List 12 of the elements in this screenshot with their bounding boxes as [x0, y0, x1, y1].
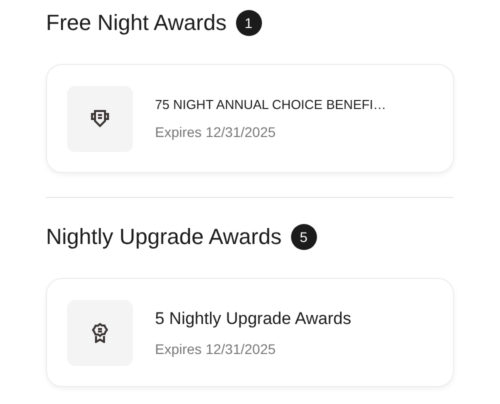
expiry-date: Expires 12/31/2025	[155, 124, 277, 140]
expiry-date: Expires 12/31/2025	[155, 340, 277, 356]
award-name: 5 Nightly Upgrade Awards	[155, 308, 352, 328]
count-badge: 1	[236, 10, 262, 36]
rosette-icon	[92, 322, 108, 342]
section-title: Nightly Upgrade Awards	[46, 224, 282, 250]
shield-icon	[91, 108, 109, 128]
award-card[interactable]: 5 Nightly Upgrade Awards Expires 12/31/2025	[46, 278, 454, 387]
section-title: Free Night Awards	[46, 10, 227, 36]
award-name: 75 NIGHT ANNUAL CHOICE BENEFI…	[155, 97, 386, 112]
count-badge: 5	[290, 224, 317, 250]
award-card[interactable]: 75 NIGHT ANNUAL CHOICE BENEFI… Expires 12/31/2025	[46, 64, 454, 173]
